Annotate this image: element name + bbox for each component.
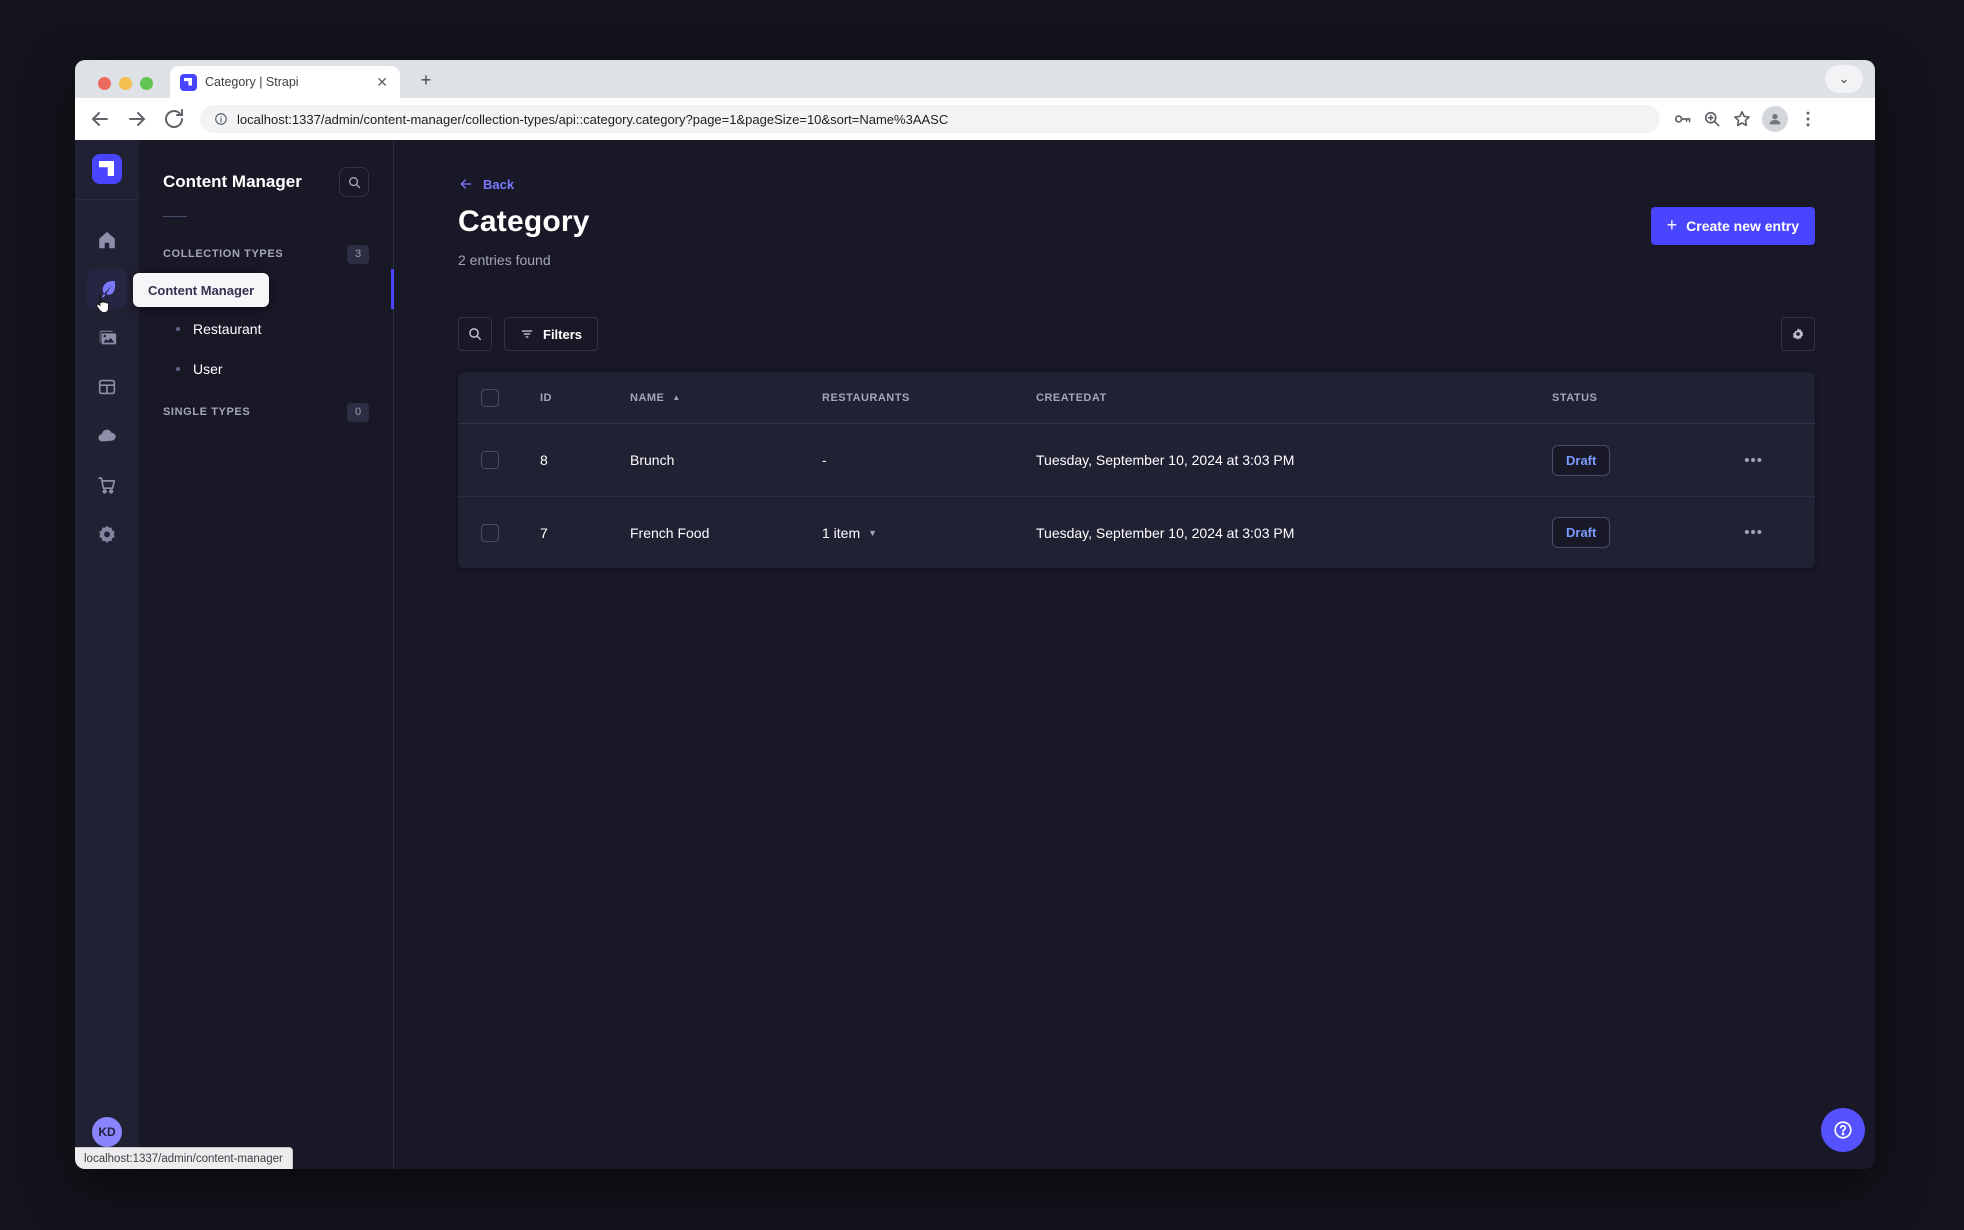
toolbar-right-icons (1672, 106, 1818, 132)
column-header-name[interactable]: NAME ▲ (612, 392, 804, 404)
subnav-title: Content Manager (163, 172, 302, 191)
subnav-search-button[interactable] (339, 167, 369, 197)
cell-restaurants: - (822, 452, 827, 468)
user-avatar[interactable]: KD (92, 1117, 122, 1147)
single-types-label: SINGLE TYPES (163, 406, 251, 418)
column-header-id[interactable]: ID (522, 392, 612, 404)
search-button[interactable] (458, 317, 492, 351)
row-checkbox[interactable] (481, 451, 499, 469)
column-header-status[interactable]: STATUS (1534, 392, 1712, 404)
chevron-down-icon: ▼ (868, 527, 878, 538)
list-actions-row: Filters (458, 317, 1815, 351)
collection-types-label: COLLECTION TYPES (163, 248, 284, 260)
cell-restaurants[interactable]: 1 item ▼ (804, 525, 1018, 541)
new-tab-button[interactable]: + (413, 68, 439, 94)
view-settings-button[interactable] (1781, 317, 1815, 351)
collection-types-count-badge: 3 (347, 244, 369, 264)
password-key-icon[interactable] (1672, 109, 1692, 129)
main-content: Back Category + Create new entry 2 entri… (394, 140, 1875, 1169)
rail-divider (75, 199, 139, 200)
nav-marketplace-icon[interactable] (87, 465, 127, 505)
back-label: Back (483, 176, 515, 192)
back-link[interactable]: Back (458, 176, 514, 192)
browser-tab-strip: Category | Strapi ✕ + ⌄ (75, 60, 1875, 98)
settings-gear-icon (1793, 328, 1803, 340)
reload-icon[interactable] (162, 107, 186, 131)
filters-button[interactable]: Filters (504, 317, 599, 351)
forward-icon[interactable] (125, 107, 149, 131)
minimize-window-button[interactable] (119, 77, 132, 90)
cell-name: French Food (630, 524, 710, 541)
create-new-entry-button[interactable]: + Create new entry (1650, 207, 1815, 245)
maximize-window-button[interactable] (140, 77, 153, 90)
nav-content-type-builder-icon[interactable] (87, 367, 127, 407)
bullet-icon (176, 327, 180, 331)
browser-status-bar: localhost:1337/admin/content-manager (75, 1147, 293, 1169)
table-header-row: ID NAME ▲ RESTAURANTS CREATEDAT STATUS (458, 372, 1815, 424)
zoom-icon[interactable] (1702, 109, 1722, 129)
menu-dots-icon[interactable] (1798, 109, 1818, 129)
url-text: localhost:1337/admin/content-manager/col… (237, 111, 949, 127)
entries-table: ID NAME ▲ RESTAURANTS CREATEDAT STATUS 8… (458, 372, 1815, 568)
status-badge: Draft (1552, 444, 1611, 476)
single-types-section: SINGLE TYPES 0 (139, 397, 393, 427)
close-window-button[interactable] (98, 77, 111, 90)
filters-label: Filters (543, 326, 583, 342)
cell-createdat: Tuesday, September 10, 2024 at 3:03 PM (1036, 452, 1295, 468)
table-row[interactable]: 7 French Food 1 item ▼ Tuesday, Septembe… (458, 496, 1815, 568)
sort-asc-icon: ▲ (672, 393, 681, 402)
browser-window: Category | Strapi ✕ + ⌄ localhost:1337/a… (75, 60, 1875, 1169)
sidebar-item-user[interactable]: User (139, 349, 393, 389)
content-manager-tooltip: Content Manager (133, 273, 270, 307)
arrow-left-icon (460, 179, 472, 189)
strapi-logo[interactable] (92, 154, 122, 184)
url-address-bar[interactable]: localhost:1337/admin/content-manager/col… (200, 105, 1660, 133)
subnav-divider (163, 216, 187, 217)
entries-count-text: 2 entries found (458, 252, 551, 268)
single-types-count-badge: 0 (347, 402, 369, 422)
bullet-icon (176, 367, 180, 371)
cell-name: Brunch (630, 452, 675, 468)
filter-icon (521, 330, 533, 338)
collection-types-section: COLLECTION TYPES 3 (139, 239, 393, 269)
tab-title: Category | Strapi (205, 75, 299, 89)
table-row[interactable]: 8 Brunch - Tuesday, September 10, 2024 a… (458, 424, 1815, 496)
browser-tab[interactable]: Category | Strapi ✕ (170, 66, 400, 98)
row-actions-menu-icon[interactable]: ••• (1744, 524, 1815, 541)
nav-home-icon[interactable] (87, 220, 127, 260)
hand-cursor-icon (96, 294, 110, 314)
sidebar-item-label: Restaurant (193, 321, 262, 337)
nav-settings-icon[interactable] (87, 514, 127, 554)
strapi-admin-app: KD Content Manager COLLECTION TYPES 3 Ca… (75, 140, 1875, 1169)
nav-media-library-icon[interactable] (87, 318, 127, 358)
tab-search-chevron-icon[interactable]: ⌄ (1825, 65, 1863, 93)
plus-icon: + (1666, 215, 1678, 235)
help-question-icon (1834, 1121, 1852, 1139)
cell-id: 7 (540, 524, 548, 541)
tab-close-icon[interactable]: ✕ (374, 74, 390, 91)
window-controls[interactable] (98, 77, 153, 90)
profile-icon[interactable] (1762, 106, 1788, 132)
info-icon[interactable] (214, 112, 228, 126)
nav-cloud-icon[interactable] (87, 416, 127, 456)
page-title: Category (458, 205, 590, 238)
sidebar-item-restaurant[interactable]: Restaurant (139, 309, 393, 349)
cell-id: 8 (540, 452, 548, 468)
sidebar-item-label: User (193, 361, 223, 377)
status-badge: Draft (1552, 517, 1611, 548)
column-header-createdat[interactable]: CREATEDAT (1018, 392, 1534, 404)
column-header-restaurants[interactable]: RESTAURANTS (804, 392, 1018, 404)
search-icon (348, 176, 360, 188)
row-checkbox[interactable] (481, 523, 499, 542)
row-actions-menu-icon[interactable]: ••• (1744, 452, 1815, 469)
search-icon (469, 328, 482, 341)
bookmark-star-icon[interactable] (1732, 109, 1752, 129)
create-button-label: Create new entry (1686, 218, 1799, 234)
back-icon[interactable] (88, 107, 112, 131)
browser-toolbar: localhost:1337/admin/content-manager/col… (75, 98, 1875, 140)
cell-createdat: Tuesday, September 10, 2024 at 3:03 PM (1036, 524, 1295, 541)
strapi-favicon-icon (180, 73, 197, 91)
help-button[interactable] (1821, 1108, 1865, 1152)
select-all-checkbox[interactable] (481, 388, 499, 407)
